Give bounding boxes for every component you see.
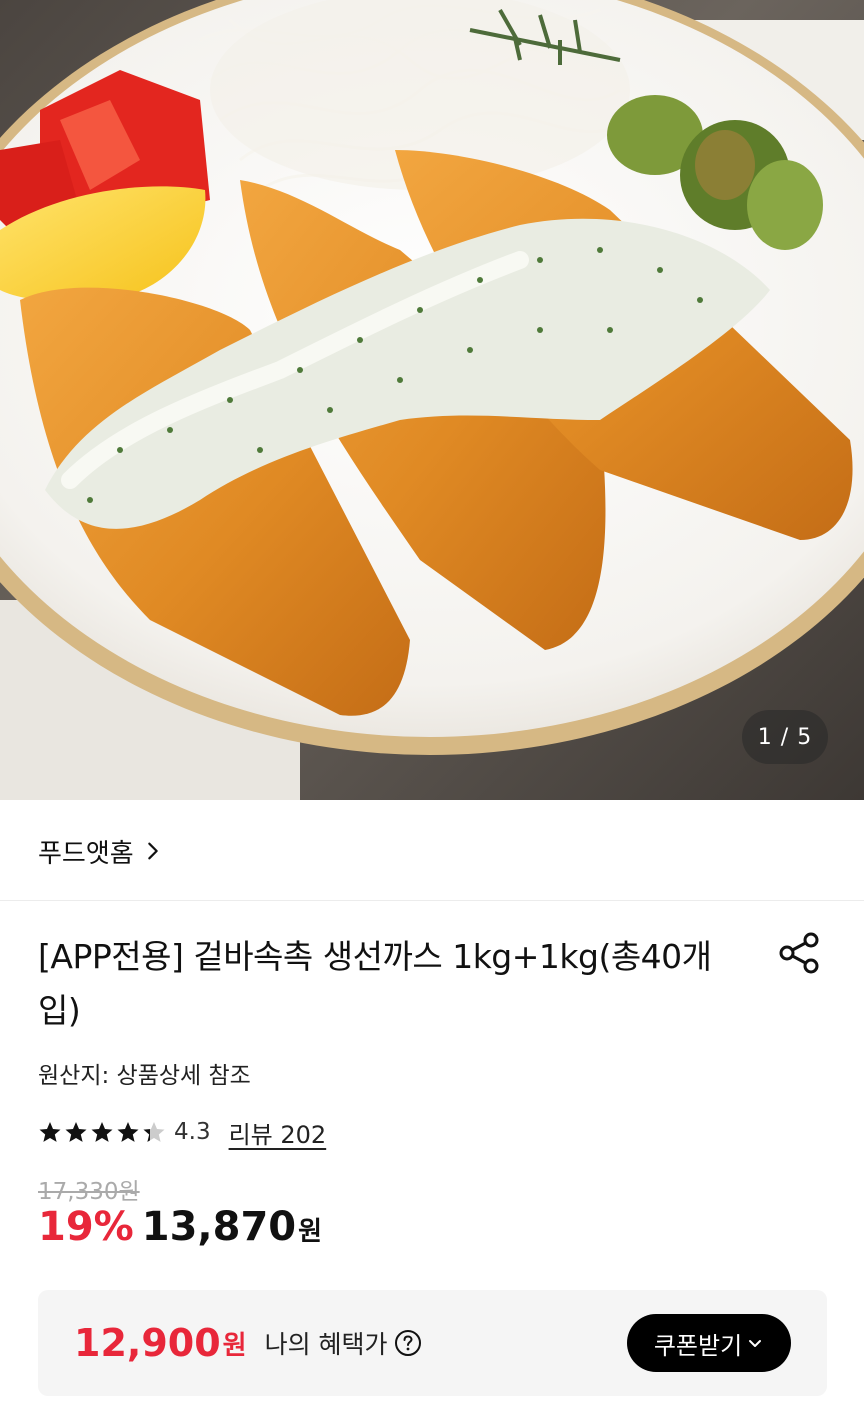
benefit-price: 12,900: [74, 1321, 221, 1365]
question-circle-icon[interactable]: [394, 1329, 422, 1357]
section-divider: [0, 900, 864, 901]
sale-price: 13,870: [141, 1204, 297, 1250]
rating-row: 4.3 리뷰 202: [38, 1114, 326, 1150]
share-icon[interactable]: [777, 930, 823, 976]
star-full-icon: [117, 1122, 139, 1142]
star-full-icon: [65, 1122, 87, 1142]
brand-link[interactable]: 푸드앳홈: [0, 802, 864, 900]
benefit-currency: 원: [222, 1330, 247, 1361]
star-full-icon: [91, 1122, 113, 1142]
image-counter: 1 / 5: [742, 710, 828, 764]
coupon-button-label: 쿠폰받기: [653, 1331, 743, 1360]
rating-score: 4.3: [174, 1119, 211, 1145]
star-full-icon: [39, 1122, 61, 1142]
origin-info: 원산지: 상품상세 참조: [38, 1063, 251, 1089]
star-partial-icon: [143, 1122, 165, 1142]
currency-unit: 원: [298, 1217, 323, 1247]
chevron-down-icon: [749, 1340, 762, 1347]
product-title: [APP전용] 겉바속촉 생선까스 1kg+1kg(총40개입): [38, 937, 712, 1030]
benefit-price-box: 12,900 원 나의 혜택가 쿠폰받기: [38, 1290, 827, 1396]
fish-cutlet-photo: [0, 0, 864, 800]
benefit-label: 나의 혜택가: [264, 1330, 388, 1359]
star-rating: [38, 1120, 166, 1144]
product-image[interactable]: 1 / 5: [0, 0, 864, 800]
price-row: 19% 13,870 원: [38, 1204, 322, 1264]
get-coupon-button[interactable]: 쿠폰받기: [627, 1314, 791, 1372]
discount-rate: 19%: [38, 1204, 134, 1250]
chevron-right-icon: [147, 842, 158, 860]
review-count-link[interactable]: 리뷰 202: [229, 1115, 327, 1150]
original-price: 17,330원: [38, 1179, 140, 1205]
brand-name: 푸드앳홈: [38, 838, 134, 869]
